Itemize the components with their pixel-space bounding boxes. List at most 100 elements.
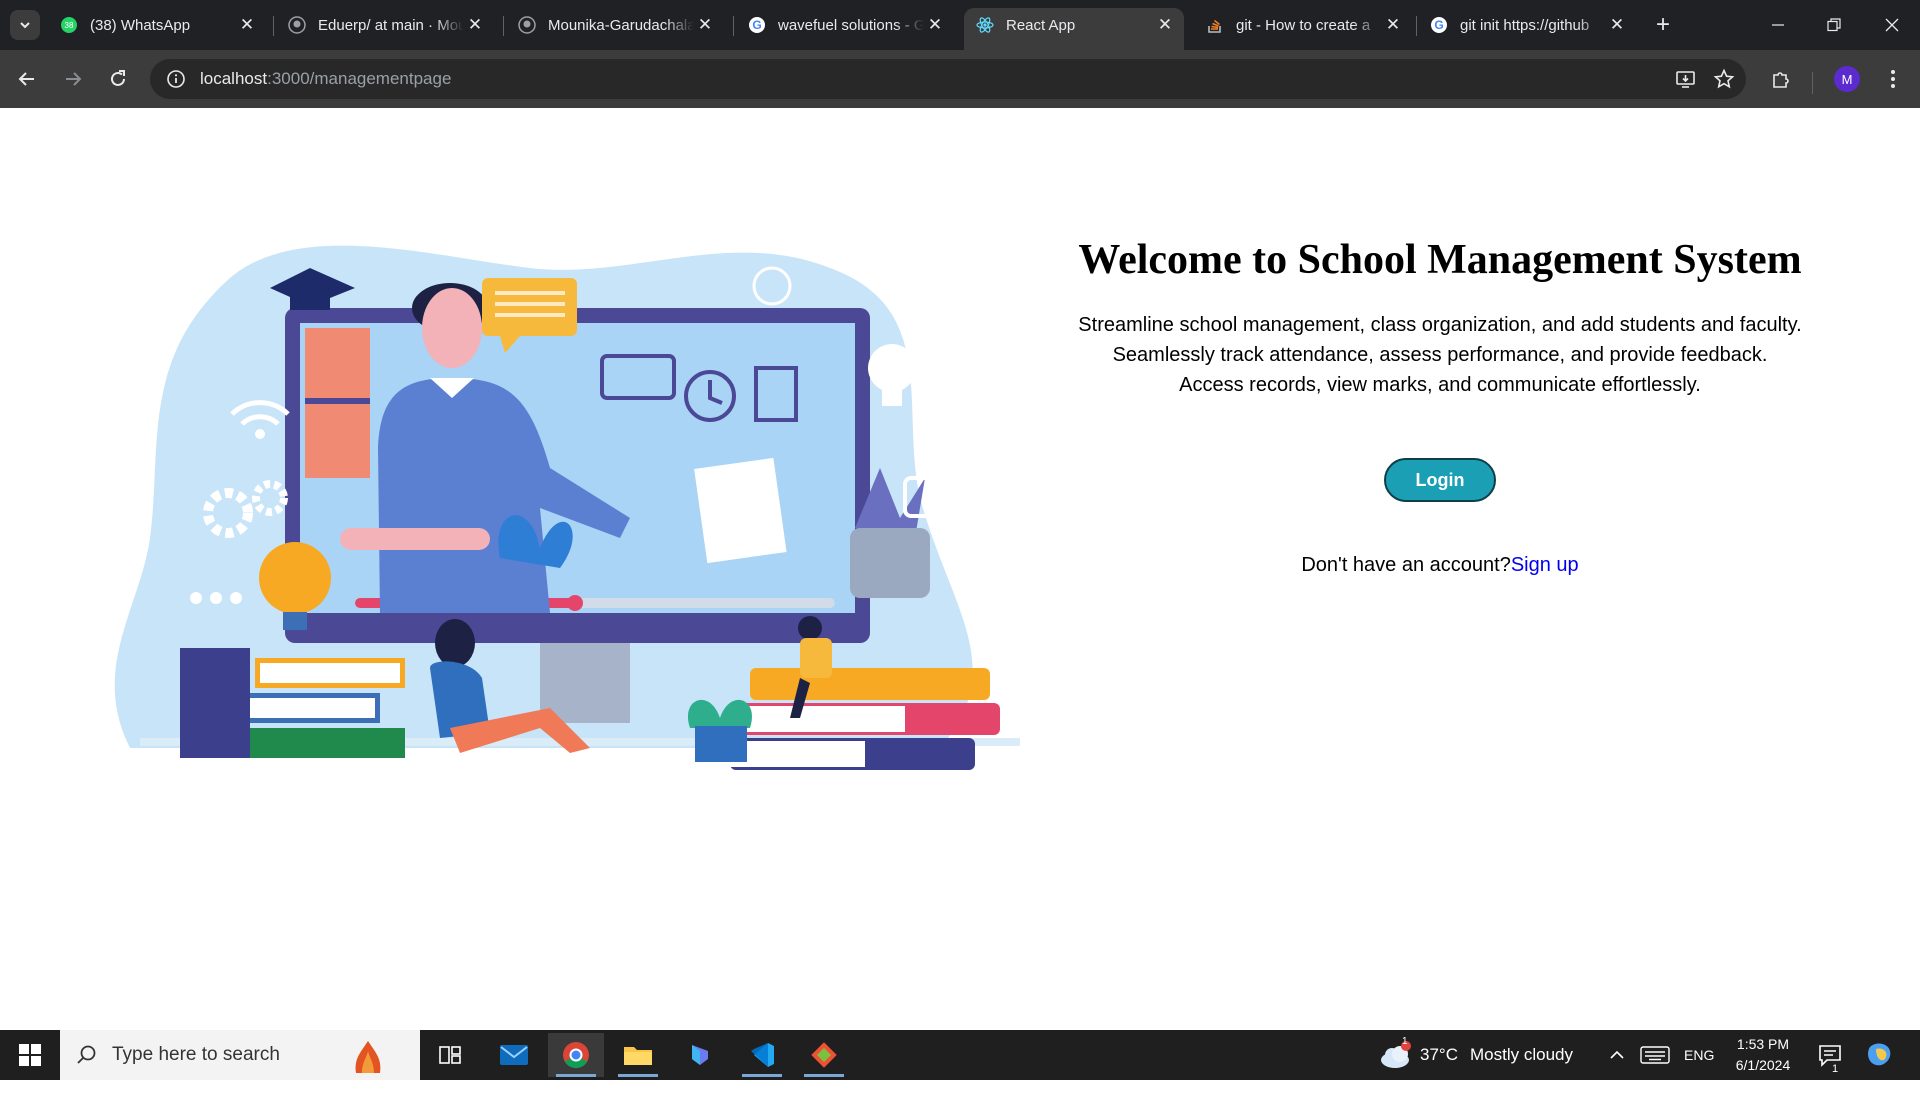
copilot-tray-icon[interactable]: [1866, 1041, 1894, 1069]
github-icon: [288, 16, 306, 34]
tab-title: (38) WhatsApp: [90, 16, 191, 34]
system-clock[interactable]: 1:53 PM 6/1/2024: [1718, 1034, 1808, 1076]
close-tab-icon[interactable]: ✕: [1606, 14, 1628, 36]
url-host: localhost: [200, 69, 268, 88]
google-icon: G: [1430, 16, 1448, 34]
close-tab-icon[interactable]: ✕: [236, 14, 258, 36]
description-line: Access records, view marks, and communic…: [1179, 374, 1701, 396]
tab-separator: [1416, 16, 1417, 36]
task-view-icon: [439, 1046, 461, 1064]
taskbar-git-gui[interactable]: [796, 1033, 852, 1077]
monitor-stand: [540, 643, 630, 723]
tab-title: React App: [1006, 16, 1076, 34]
search-highlight-icon: [355, 1041, 381, 1073]
minimize-button[interactable]: [1758, 10, 1798, 40]
search-placeholder: Type here to search: [112, 1044, 280, 1065]
start-button[interactable]: [0, 1030, 60, 1080]
tab-title: wavefuel solutions - Google: [778, 16, 924, 34]
notification-icon[interactable]: [1818, 1044, 1844, 1068]
close-tab-icon[interactable]: ✕: [1382, 14, 1404, 36]
close-icon: [1885, 18, 1899, 32]
taskbar-mail[interactable]: [486, 1033, 542, 1077]
avatar: M: [1834, 66, 1860, 92]
browser-toolbar: localhost:3000/managementpage M: [0, 50, 1920, 108]
weather-description[interactable]: Mostly cloudy: [1470, 1030, 1573, 1080]
close-tab-icon[interactable]: ✕: [694, 14, 716, 36]
taskbar-file-explorer[interactable]: [610, 1033, 666, 1077]
browser-menu-button[interactable]: [1878, 64, 1908, 94]
browser-tab-bar: 38 (38) WhatsApp ✕ Eduerp/ at main · Mou…: [0, 0, 1920, 50]
vscode-icon: [751, 1043, 774, 1067]
more-vertical-icon: [1891, 70, 1895, 88]
reload-icon: [111, 70, 125, 86]
tab-title: Eduerp/ at main · Mounika: [318, 16, 464, 34]
student-girl-head: [435, 619, 475, 667]
puzzle-icon: [1773, 72, 1789, 88]
address-bar[interactable]: localhost:3000/managementpage: [150, 59, 1746, 99]
search-icon: [77, 1045, 96, 1064]
taskbar-chrome[interactable]: [548, 1033, 604, 1077]
profile-button[interactable]: M: [1832, 64, 1862, 94]
page-title: Welcome to School Management System: [1078, 237, 1802, 283]
close-tab-icon[interactable]: ✕: [1154, 14, 1176, 36]
restore-icon: [1827, 18, 1841, 32]
svg-text:G: G: [752, 18, 761, 32]
close-tab-icon[interactable]: ✕: [464, 14, 486, 36]
github-icon: [518, 16, 536, 34]
forward-button[interactable]: [58, 64, 88, 94]
tab-whatsapp[interactable]: 38 (38) WhatsApp ✕: [48, 8, 266, 42]
install-app-icon[interactable]: [1674, 67, 1698, 91]
tab-git-init[interactable]: G git init https://github ✕: [1418, 8, 1636, 42]
minimize-icon: [1772, 24, 1784, 26]
chevron-up-icon[interactable]: [1608, 1046, 1626, 1064]
tab-separator: [503, 16, 504, 36]
tab-separator: [733, 16, 734, 36]
student-boy-head: [798, 616, 822, 640]
task-view-button[interactable]: [422, 1033, 478, 1077]
weather-temperature[interactable]: 37°C: [1420, 1030, 1458, 1080]
back-button[interactable]: [12, 64, 42, 94]
welcome-panel: Welcome to School Management System Stre…: [1070, 228, 1810, 577]
signup-prompt-text: Don't have an account?: [1301, 554, 1511, 576]
tab-github-profile[interactable]: Mounika-Garudachala ✕: [506, 8, 724, 42]
weather-badge: 1: [1402, 1035, 1408, 1047]
input-language[interactable]: ENG: [1684, 1030, 1714, 1080]
notes-paper: [694, 457, 787, 564]
new-tab-button[interactable]: +: [1650, 11, 1676, 38]
taskbar-vscode[interactable]: [734, 1033, 790, 1077]
close-tab-icon[interactable]: ✕: [924, 14, 946, 36]
taskbar-search[interactable]: Type here to search: [60, 1030, 420, 1080]
page-description: Streamline school management, class orga…: [1070, 310, 1810, 400]
reload-button[interactable]: [103, 64, 133, 94]
restore-button[interactable]: [1814, 10, 1854, 40]
url-text[interactable]: localhost:3000/managementpage: [200, 69, 451, 89]
keyboard-icon[interactable]: [1640, 1046, 1670, 1064]
close-window-button[interactable]: [1872, 10, 1912, 40]
tab-eduerp[interactable]: Eduerp/ at main · Mounika ✕: [276, 8, 494, 42]
bookmark-star-icon[interactable]: [1712, 67, 1736, 91]
tab-search-button[interactable]: [10, 10, 40, 40]
extensions-button[interactable]: [1766, 64, 1796, 94]
folder-icon: [624, 1047, 652, 1065]
signup-prompt: Don't have an account?Sign up: [1070, 554, 1810, 577]
login-button[interactable]: Login: [1384, 458, 1496, 502]
tab-stackoverflow[interactable]: git - How to create a ✕: [1194, 8, 1412, 42]
site-info-icon[interactable]: [156, 59, 196, 99]
tab-separator: [273, 16, 274, 36]
taskbar-copilot[interactable]: [672, 1033, 728, 1077]
tab-react-app[interactable]: React App ✕: [964, 8, 1184, 50]
description-line: Streamline school management, class orga…: [1078, 314, 1802, 336]
teacher-head: [422, 288, 482, 368]
tab-wavefuel[interactable]: G wavefuel solutions - Google ✕: [736, 8, 954, 42]
copilot-icon: [692, 1045, 708, 1065]
tab-title: git init https://github: [1460, 16, 1590, 34]
svg-text:38: 38: [65, 21, 74, 30]
chrome-icon: [563, 1042, 589, 1069]
chevron-down-icon: [20, 22, 30, 29]
management-page: Welcome to School Management System Stre…: [0, 108, 1920, 1030]
git-icon: [811, 1042, 837, 1068]
url-path: :3000/managementpage: [267, 69, 452, 88]
signup-link[interactable]: Sign up: [1511, 554, 1579, 576]
tab-title: git - How to create a: [1236, 16, 1371, 34]
e-learning-illustration: [114, 245, 1020, 770]
